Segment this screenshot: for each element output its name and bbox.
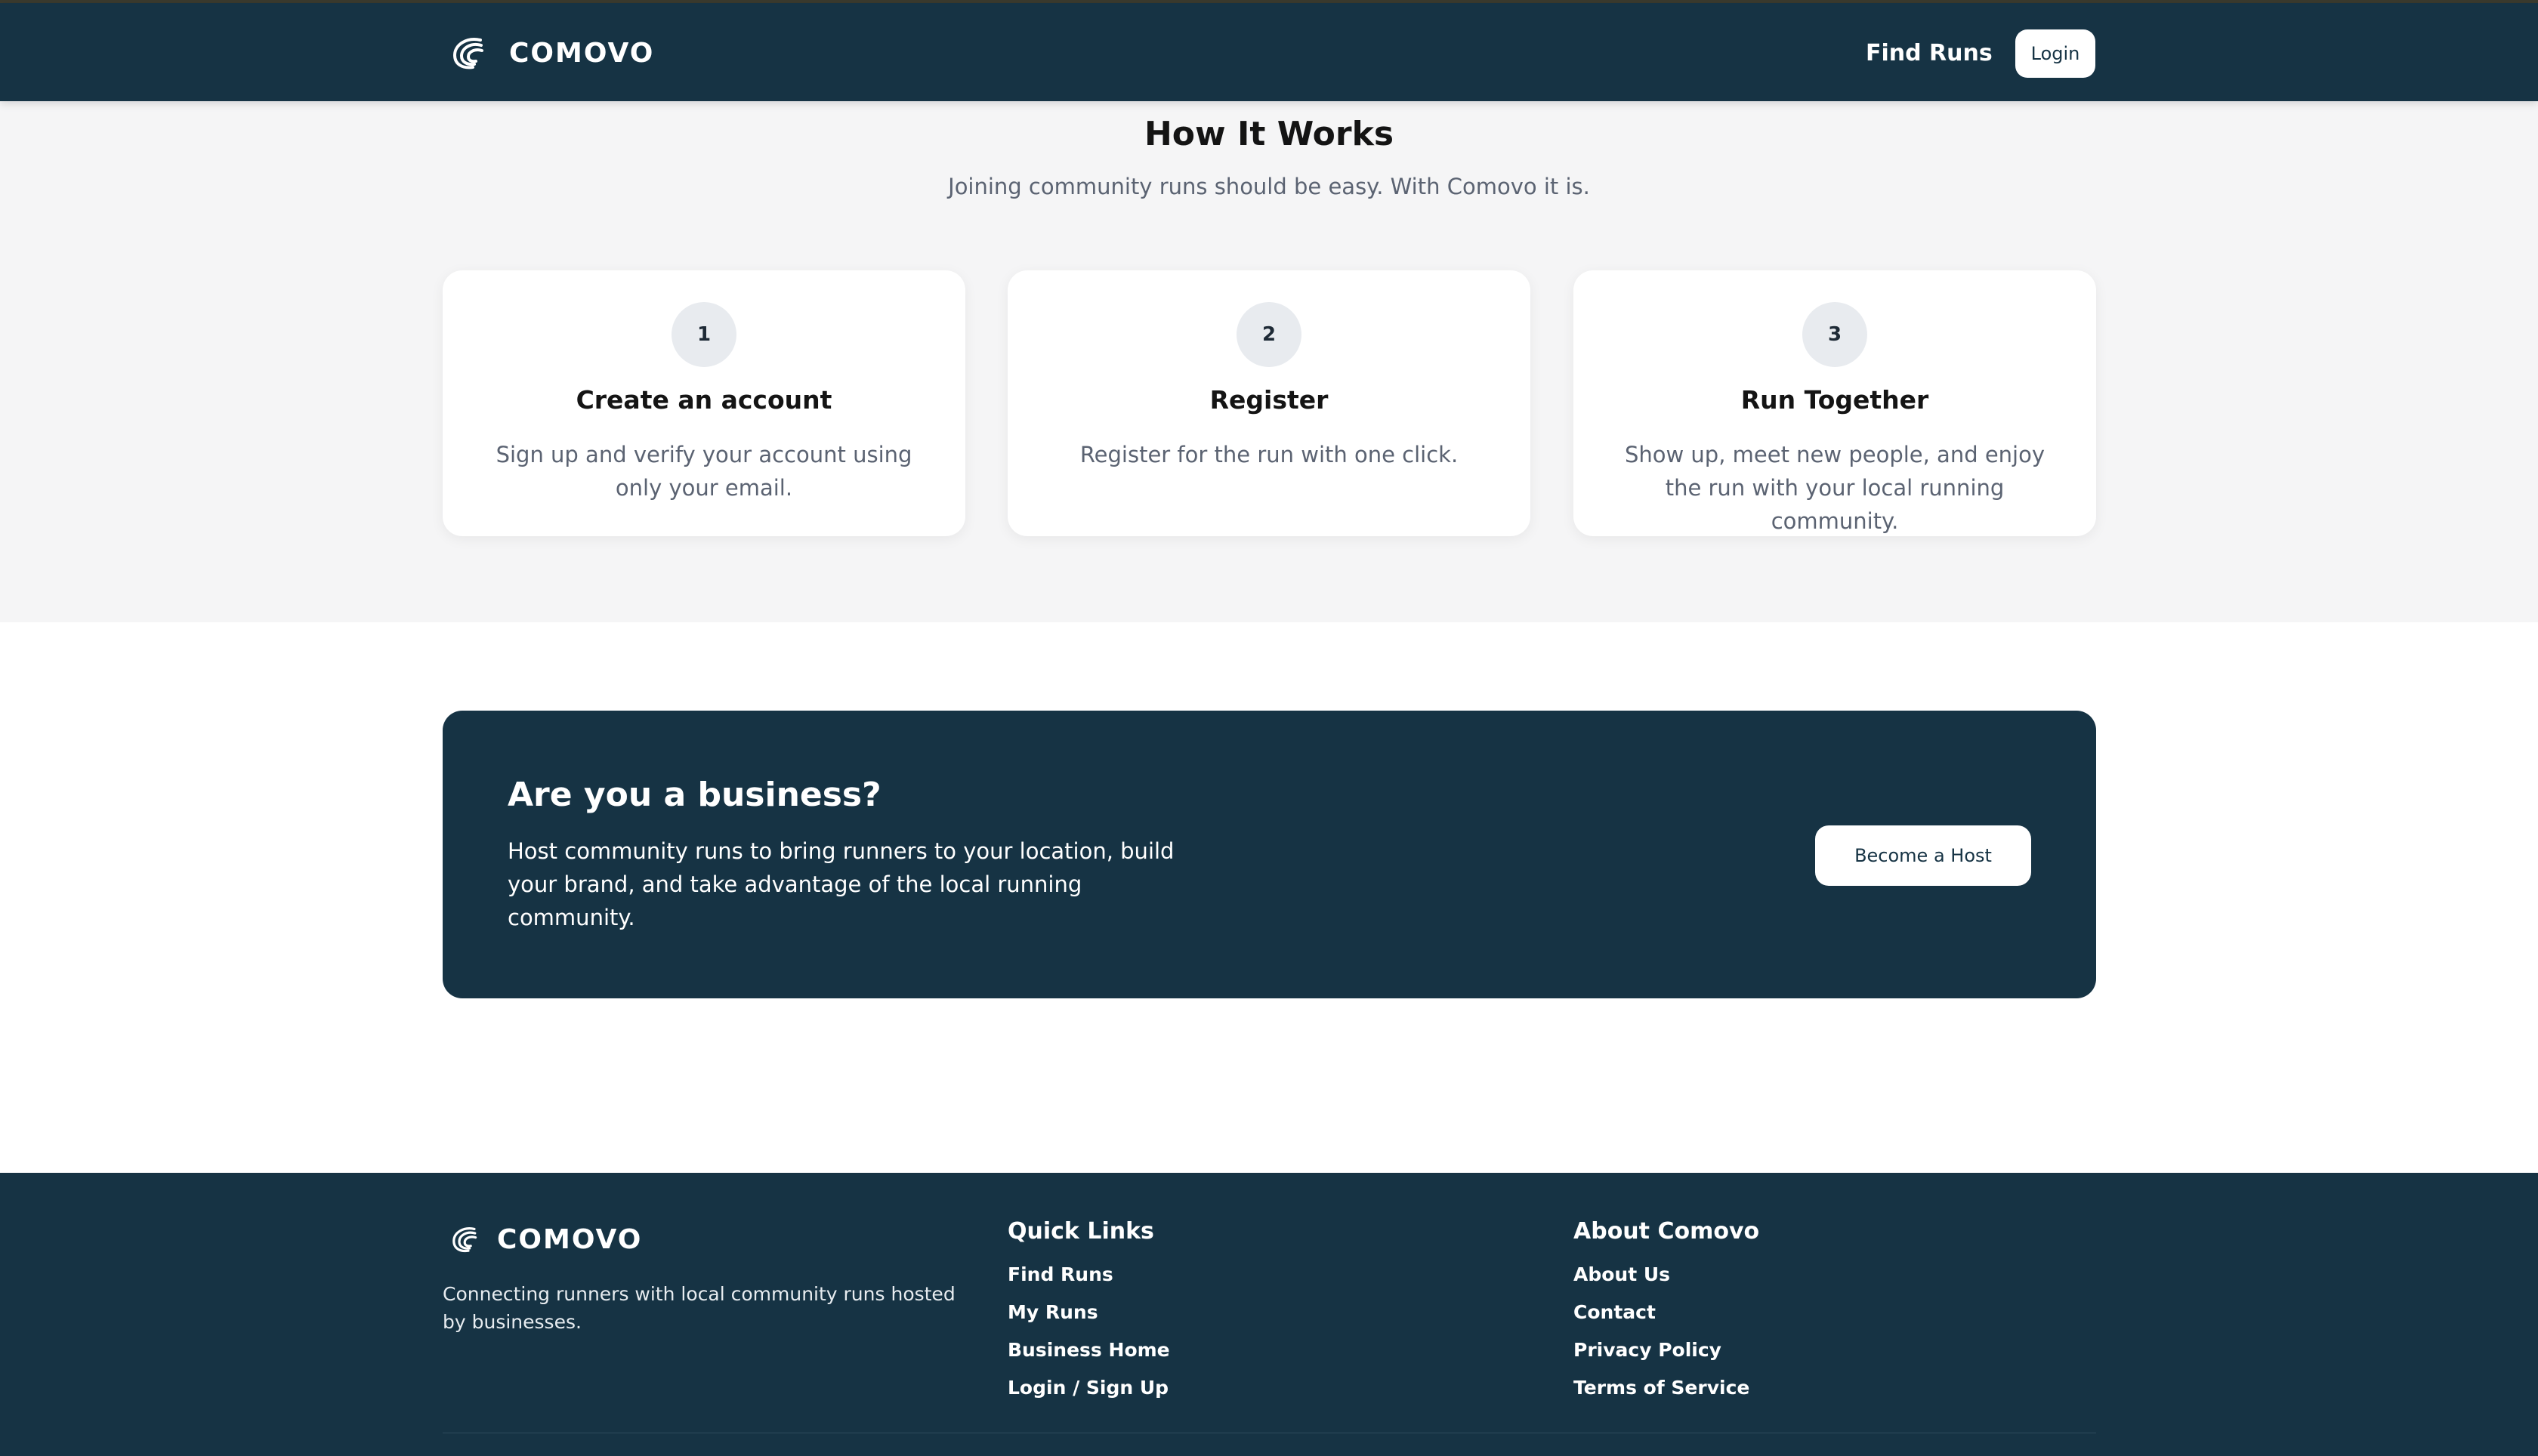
brand-name: COMOVO [509,37,655,69]
step-title: Create an account [576,385,832,415]
footer-column-title: About Comovo [1573,1218,1760,1245]
footer-brand-name: COMOVO [497,1223,643,1255]
footer-tagline: Connecting runners with local community … [443,1283,956,1333]
step-title: Register [1209,385,1329,415]
step-card-register: 2 Register Register for the run with one… [1008,270,1530,536]
step-card-run-together: 3 Run Together Show up, meet new people,… [1573,270,2096,536]
step-description: Sign up and verify your account using on… [496,442,912,501]
step-description: Show up, meet new people, and enjoy the … [1624,442,2046,534]
footer-quick-links: Quick Links Find Runs My Runs Business H… [1008,1215,1170,1407]
login-button[interactable]: Login [2015,29,2095,78]
footer-link-find-runs[interactable]: Find Runs [1008,1263,1113,1285]
nav-link-find-runs[interactable]: Find Runs [1866,36,1993,71]
step-card-create-account: 1 Create an account Sign up and verify y… [443,270,965,536]
brand-home-link[interactable]: COMOVO [450,32,654,74]
step-description: Register for the run with one click. [1079,442,1459,467]
footer-link-contact[interactable]: Contact [1573,1301,1656,1323]
footer-about-links: About Comovo About Us Contact Privacy Po… [1573,1215,1759,1407]
footer-link-privacy-policy[interactable]: Privacy Policy [1573,1339,1721,1361]
comovo-logo-icon [452,1227,477,1253]
section-subtitle: Joining community runs should be easy. W… [948,174,1590,199]
footer-link-about-us[interactable]: About Us [1573,1263,1670,1285]
cta-description: Host community runs to bring runners to … [508,838,1175,930]
business-cta-banner: Are you a business? Host community runs … [443,711,2096,998]
step-title: Run Together [1740,385,1929,415]
step-number-badge: 3 [1802,302,1867,367]
section-title: How It Works [1144,115,1394,153]
footer-link-my-runs[interactable]: My Runs [1008,1301,1098,1323]
footer-column-title: Quick Links [1008,1218,1154,1245]
how-it-works-section: How It Works Joining community runs shou… [0,101,2538,622]
footer: COMOVO Connecting runners with local com… [0,1173,2538,1456]
navbar: COMOVO Find Runs Login [0,3,2538,101]
cta-title: Are you a business? [508,776,882,814]
footer-link-business-home[interactable]: Business Home [1008,1339,1170,1361]
comovo-logo-icon [452,38,483,69]
footer-link-terms-of-service[interactable]: Terms of Service [1573,1377,1749,1399]
footer-link-login-signup[interactable]: Login / Sign Up [1008,1377,1169,1399]
step-number-badge: 1 [672,302,736,367]
become-a-host-button[interactable]: Become a Host [1815,825,2031,886]
footer-brand-link[interactable]: COMOVO [450,1218,642,1260]
step-number-badge: 2 [1237,302,1301,367]
